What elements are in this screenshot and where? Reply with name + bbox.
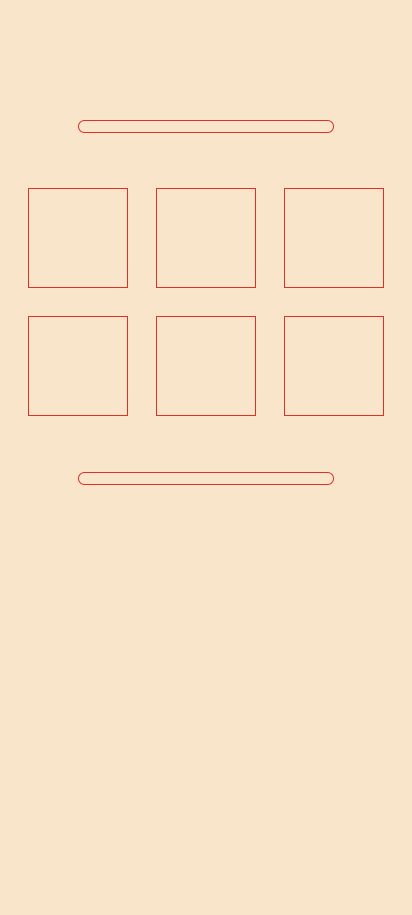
- tile-grid: [28, 188, 384, 416]
- tile-5[interactable]: [156, 316, 256, 416]
- top-input-bar[interactable]: [78, 120, 334, 133]
- tile-3[interactable]: [284, 188, 384, 288]
- tile-6[interactable]: [284, 316, 384, 416]
- bottom-input-bar[interactable]: [78, 472, 334, 485]
- tile-2[interactable]: [156, 188, 256, 288]
- tile-4[interactable]: [28, 316, 128, 416]
- tile-1[interactable]: [28, 188, 128, 288]
